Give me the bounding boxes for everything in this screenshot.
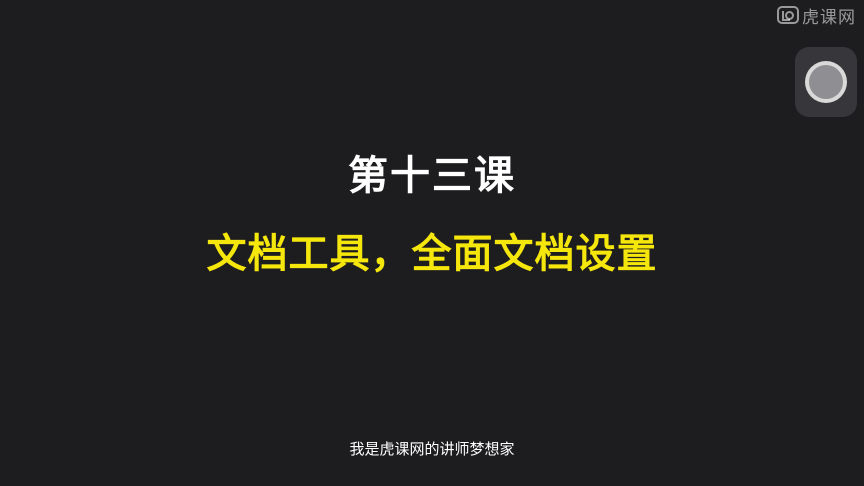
video-frame: 虎课网 第十三课 文档工具，全面文档设置 我是虎课网的讲师梦想家 [0,0,864,486]
video-caption: 我是虎课网的讲师梦想家 [349,440,515,458]
lesson-title: 第十三课 [348,153,516,199]
assistive-touch-icon [805,61,847,103]
assistive-touch-core [809,65,843,99]
watermark-text: 虎课网 [802,7,856,28]
assistive-touch-button[interactable] [795,47,857,117]
lesson-subtitle: 文档工具，全面文档设置 [206,231,658,277]
huke-logo-icon [777,6,799,24]
brand-watermark: 虎课网 [777,4,856,28]
